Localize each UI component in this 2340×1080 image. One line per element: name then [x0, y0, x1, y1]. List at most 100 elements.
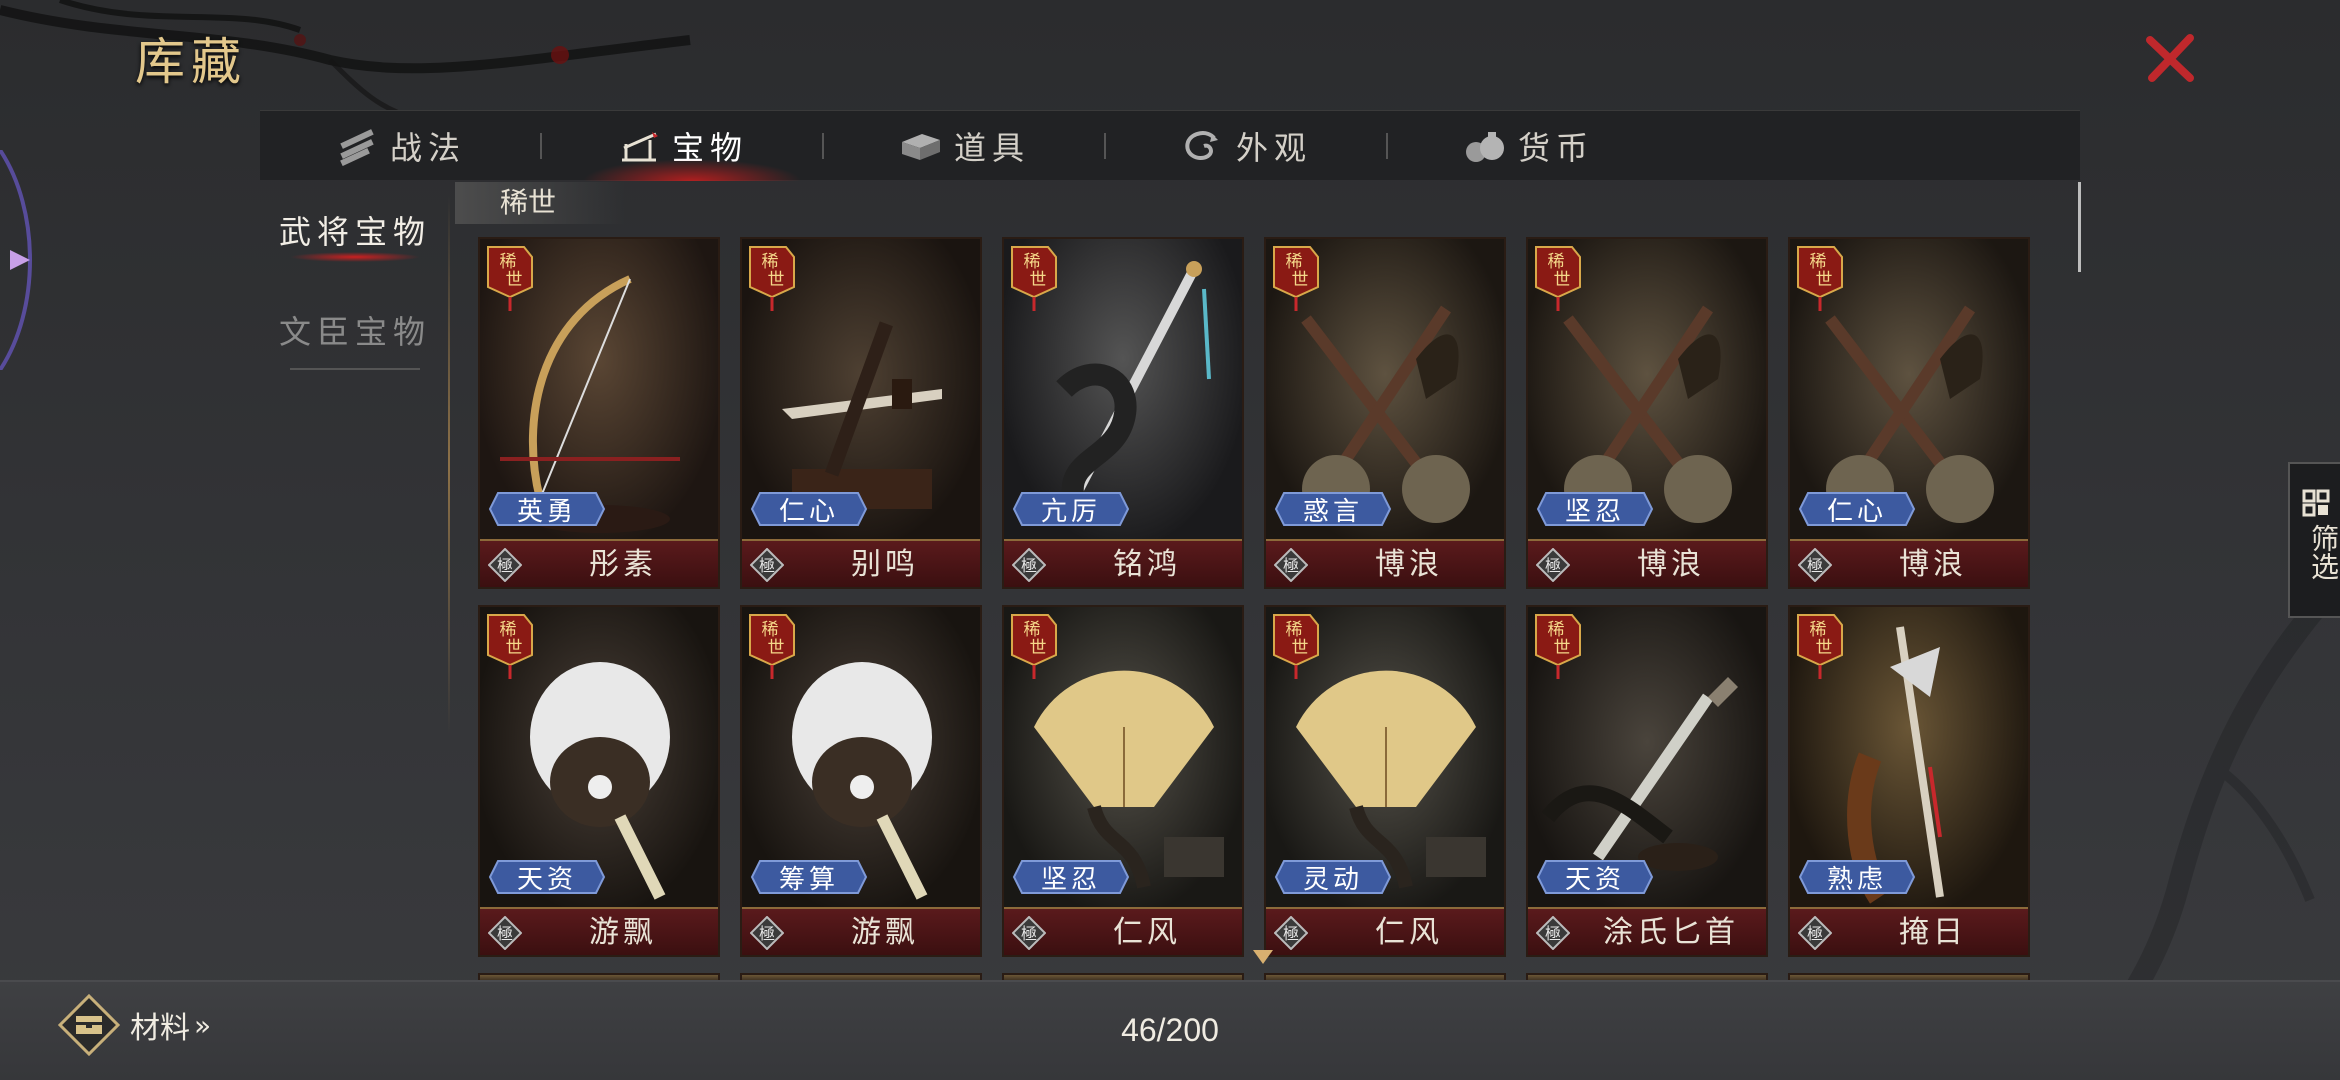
rarity-char: 世 — [1554, 638, 1571, 658]
side-divider — [448, 195, 450, 735]
grade-text: 極 — [1807, 924, 1823, 943]
double-chevron-right-icon: » — [194, 1008, 212, 1042]
treasure-card[interactable]: 稀世熟虑極 掩日 — [1788, 605, 2030, 957]
treasure-name: 铭鸿 — [1113, 547, 1181, 582]
tab-label: 道具 — [953, 129, 1030, 167]
scroll-more-indicator — [1253, 950, 1273, 964]
tab-label: 外观 — [1235, 129, 1312, 167]
treasure-name-bar: 極 铭鸿 — [1004, 539, 1242, 587]
trait-label: 仁心 — [778, 496, 839, 527]
grade-diamond-icon: 極 — [1536, 916, 1570, 950]
bottom-bar: 材料 » 46/200 — [0, 980, 2340, 1080]
trait-label: 天资 — [1564, 864, 1625, 895]
trait-label: 坚忍 — [1040, 864, 1101, 895]
treasure-name-bar: 極 仁风 — [1266, 907, 1504, 955]
treasure-card[interactable]: 稀世亢厉極 铭鸿 — [1002, 237, 1244, 589]
grade-diamond-icon: 極 — [1798, 548, 1832, 582]
trait-badge: 仁心 — [1798, 491, 1916, 527]
materials-chest-icon — [58, 994, 120, 1056]
treasure-name-bar: 極 博浪 — [1528, 539, 1766, 587]
rarity-char: 世 — [1816, 638, 1833, 658]
rarity-char: 稀 — [1286, 620, 1303, 640]
treasure-name-bar: 極 博浪 — [1790, 539, 2028, 587]
trait-label: 亢厉 — [1040, 496, 1101, 527]
treasure-card[interactable]: 稀世坚忍極 博浪 — [1526, 237, 1768, 589]
trait-badge: 惑言 — [1274, 491, 1392, 527]
grade-diamond-icon: 極 — [1012, 548, 1046, 582]
treasure-name: 别鸣 — [851, 547, 919, 582]
treasure-name-bar: 極 游飘 — [742, 907, 980, 955]
rarity-tag: 稀世 — [1273, 614, 1319, 679]
rarity-char: 稀 — [500, 252, 517, 272]
rarity-tag: 稀世 — [1535, 246, 1581, 311]
rarity-tag: 稀世 — [1011, 246, 1057, 311]
grade-diamond-icon: 極 — [488, 548, 522, 582]
rarity-char: 稀 — [1810, 620, 1827, 640]
treasure-name-bar: 極 掩日 — [1790, 907, 2028, 955]
trait-label: 仁心 — [1826, 496, 1887, 527]
grade-text: 極 — [497, 556, 513, 575]
treasure-name: 涂氏匕首 — [1603, 915, 1739, 950]
rarity-char: 世 — [768, 270, 785, 290]
treasure-card[interactable]: 稀世坚忍極 仁风 — [1002, 605, 1244, 957]
rarity-tag: 稀世 — [487, 246, 533, 311]
trait-label: 灵动 — [1302, 864, 1363, 895]
rarity-char: 稀 — [762, 252, 779, 272]
treasure-card[interactable]: 稀世灵动極 仁风 — [1264, 605, 1506, 957]
inventory-count: 46/200 — [1121, 1012, 1219, 1048]
grid-scrollbar[interactable] — [2078, 182, 2081, 272]
rarity-char: 世 — [1816, 270, 1833, 290]
tab-label: 宝物 — [671, 129, 748, 167]
treasure-card[interactable]: 稀世天资極 游飘 — [478, 605, 720, 957]
rarity-char: 世 — [1030, 638, 1047, 658]
treasure-name: 游飘 — [851, 915, 919, 950]
treasure-name-bar: 極 博浪 — [1266, 539, 1504, 587]
trait-badge: 亢厉 — [1012, 491, 1130, 527]
tab-daoju[interactable]: 道具 — [824, 111, 1104, 181]
treasure-card[interactable]: 稀世筹算極 游飘 — [740, 605, 982, 957]
tab-label: 战法 — [389, 129, 466, 167]
trait-badge: 英勇 — [488, 491, 606, 527]
rarity-char: 稀 — [1024, 252, 1041, 272]
grade-text: 極 — [1021, 556, 1037, 575]
treasure-name-bar: 極 仁风 — [1004, 907, 1242, 955]
grade-text: 極 — [1545, 924, 1561, 943]
treasure-name: 博浪 — [1375, 547, 1443, 582]
subcategory-wujiang[interactable]: 武将宝物 — [260, 180, 450, 280]
materials-label: 材料 — [130, 1012, 190, 1045]
rarity-char: 稀 — [762, 620, 779, 640]
treasure-name: 博浪 — [1899, 547, 1967, 582]
subcategory-wenchen[interactable]: 文臣宝物 — [260, 280, 450, 380]
treasure-name-bar: 極 涂氏匕首 — [1528, 907, 1766, 955]
category-tab-bar: 战法 宝物 道具 外观 货币 — [260, 110, 2080, 181]
scroll-bundle-icon — [340, 129, 374, 166]
grade-diamond-icon: 極 — [1798, 916, 1832, 950]
grade-diamond-icon: 極 — [1536, 548, 1570, 582]
tab-huobi[interactable]: 货币 — [1388, 111, 1668, 181]
tab-waiguan[interactable]: 外观 — [1106, 111, 1386, 181]
tab-baowu[interactable]: 宝物 — [542, 111, 822, 181]
grade-diamond-icon: 極 — [1274, 548, 1308, 582]
grade-text: 極 — [759, 556, 775, 575]
trait-badge: 熟虑 — [1798, 859, 1916, 895]
weapon-rack-icon — [621, 132, 658, 162]
subcategory-list: 武将宝物 文臣宝物 — [260, 180, 450, 380]
treasure-card[interactable]: 稀世天资極 涂氏匕首 — [1526, 605, 1768, 957]
rarity-tag: 稀世 — [1011, 614, 1057, 679]
treasure-card[interactable]: 稀世仁心極 博浪 — [1788, 237, 2030, 589]
treasure-card[interactable]: 稀世仁心極 别鸣 — [740, 237, 982, 589]
rarity-char: 稀 — [1548, 620, 1565, 640]
expand-arrow-icon[interactable] — [0, 150, 48, 370]
rarity-char: 世 — [1554, 270, 1571, 290]
trait-badge: 天资 — [488, 859, 606, 895]
treasure-card[interactable]: 稀世惑言極 博浪 — [1264, 237, 1506, 589]
filter-button[interactable]: 筛选 — [2288, 462, 2340, 618]
close-icon[interactable] — [2140, 28, 2200, 88]
tab-zhanfa[interactable]: 战法 — [260, 111, 540, 181]
trait-label: 英勇 — [516, 496, 577, 527]
rarity-char: 世 — [506, 638, 523, 658]
treasure-card[interactable]: 稀世英勇極 彤素 — [478, 237, 720, 589]
treasure-name-bar: 極 彤素 — [480, 539, 718, 587]
money-bag-icon — [1465, 132, 1504, 162]
materials-button[interactable]: 材料 » — [58, 992, 211, 1058]
